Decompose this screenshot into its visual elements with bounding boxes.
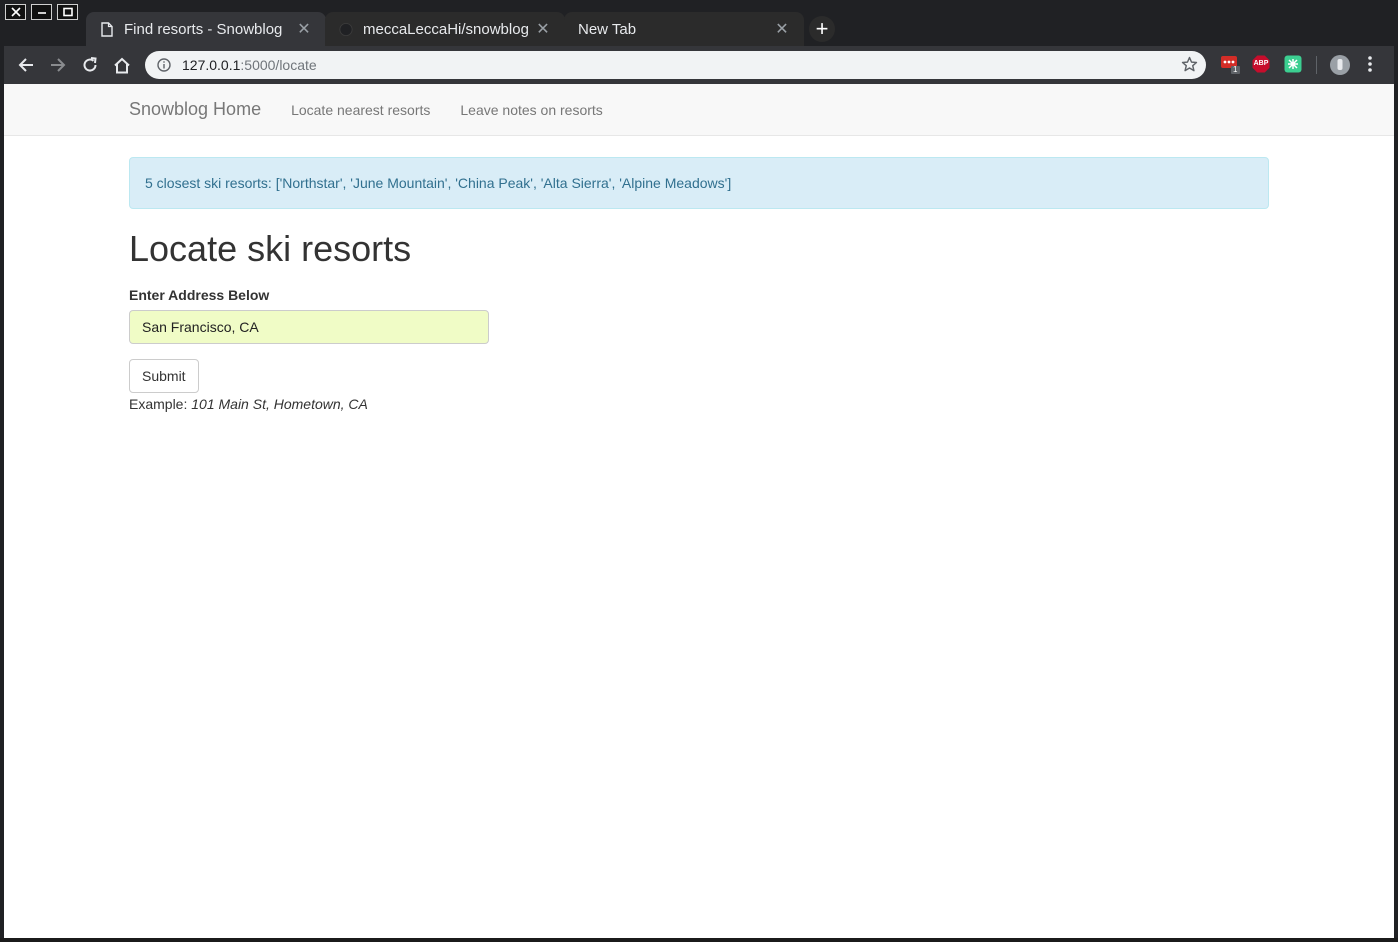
site-navbar: Snowblog Home Locate nearest resorts Lea… bbox=[4, 84, 1394, 136]
bookmark-star-icon[interactable] bbox=[1181, 56, 1198, 78]
tab-title: New Tab bbox=[578, 20, 637, 38]
maximize-icon bbox=[62, 7, 73, 17]
info-icon[interactable] bbox=[150, 58, 178, 72]
new-tab-button[interactable]: + bbox=[809, 16, 835, 42]
maximize-window-button[interactable] bbox=[57, 4, 78, 20]
address-field-label: Enter Address Below bbox=[129, 287, 270, 303]
example-prefix: Example: bbox=[129, 396, 192, 412]
extension-green-icon[interactable] bbox=[1284, 55, 1302, 78]
forward-button[interactable] bbox=[42, 49, 74, 81]
minimize-window-button[interactable] bbox=[31, 4, 52, 20]
adblock-label: ABP bbox=[1253, 60, 1269, 67]
window-bottom-border bbox=[0, 938, 1398, 942]
profile-avatar[interactable] bbox=[1330, 55, 1350, 80]
menu-kebab-icon[interactable] bbox=[1366, 55, 1374, 78]
tab-github[interactable]: meccaLeccaHi/snowblog: ✕ bbox=[325, 12, 565, 46]
extension-lastpass-icon[interactable]: 1 bbox=[1220, 54, 1240, 79]
close-icon bbox=[10, 7, 21, 17]
page-title: Locate ski resorts bbox=[129, 228, 412, 269]
url-host: 127.0.0.1 bbox=[182, 57, 241, 73]
submit-button[interactable]: Submit bbox=[129, 359, 199, 393]
github-icon bbox=[339, 21, 353, 37]
home-button[interactable] bbox=[106, 49, 138, 81]
tab-new-tab[interactable]: New Tab ✕ bbox=[564, 12, 804, 46]
window-controls bbox=[5, 4, 78, 20]
home-icon bbox=[114, 57, 130, 73]
back-button[interactable] bbox=[10, 49, 42, 81]
tab-close-icon[interactable]: ✕ bbox=[774, 19, 790, 39]
close-window-button[interactable] bbox=[5, 4, 26, 20]
address-input[interactable]: San Francisco, CA bbox=[129, 310, 489, 344]
tab-title: Find resorts - Snowblog bbox=[124, 20, 283, 38]
nav-link-notes[interactable]: Leave notes on resorts bbox=[460, 102, 602, 118]
toolbar-divider bbox=[1316, 56, 1317, 74]
main-container: 5 closest ski resorts: ['Northstar', 'Ju… bbox=[129, 157, 1269, 412]
reload-icon bbox=[83, 57, 97, 72]
url-path: :5000/locate bbox=[240, 57, 317, 73]
tab-title: meccaLeccaHi/snowblog: bbox=[363, 20, 529, 38]
browser-window: Find resorts - Snowblog ✕ meccaLeccaHi/s… bbox=[0, 0, 1398, 942]
address-example: Example: 101 Main St, Hometown, CA bbox=[129, 396, 1269, 412]
back-arrow-icon bbox=[18, 58, 33, 72]
tab-close-icon[interactable]: ✕ bbox=[535, 19, 551, 39]
page-icon bbox=[100, 21, 114, 37]
web-page: Snowblog Home Locate nearest resorts Lea… bbox=[4, 84, 1394, 938]
example-value: 101 Main St, Hometown, CA bbox=[191, 396, 368, 412]
results-alert: 5 closest ski resorts: ['Northstar', 'Ju… bbox=[129, 157, 1269, 209]
browser-toolbar: 127.0.0.1:5000/locate 1 ABP bbox=[4, 46, 1394, 84]
extension-adblock-icon[interactable]: ABP bbox=[1252, 55, 1270, 78]
address-bar[interactable]: 127.0.0.1:5000/locate bbox=[145, 51, 1206, 79]
forward-arrow-icon bbox=[51, 58, 66, 72]
reload-button[interactable] bbox=[74, 49, 106, 81]
navbar-brand-link[interactable]: Snowblog Home bbox=[129, 99, 261, 120]
url-text: 127.0.0.1:5000/locate bbox=[182, 57, 317, 73]
minimize-icon bbox=[37, 12, 46, 14]
tab-strip: Find resorts - Snowblog ✕ meccaLeccaHi/s… bbox=[86, 12, 835, 46]
tab-close-icon[interactable]: ✕ bbox=[296, 19, 312, 39]
extension-badge: 1 bbox=[1233, 65, 1238, 74]
tab-find-resorts[interactable]: Find resorts - Snowblog ✕ bbox=[86, 12, 326, 46]
nav-link-locate[interactable]: Locate nearest resorts bbox=[291, 102, 430, 118]
plus-icon: + bbox=[815, 16, 829, 41]
